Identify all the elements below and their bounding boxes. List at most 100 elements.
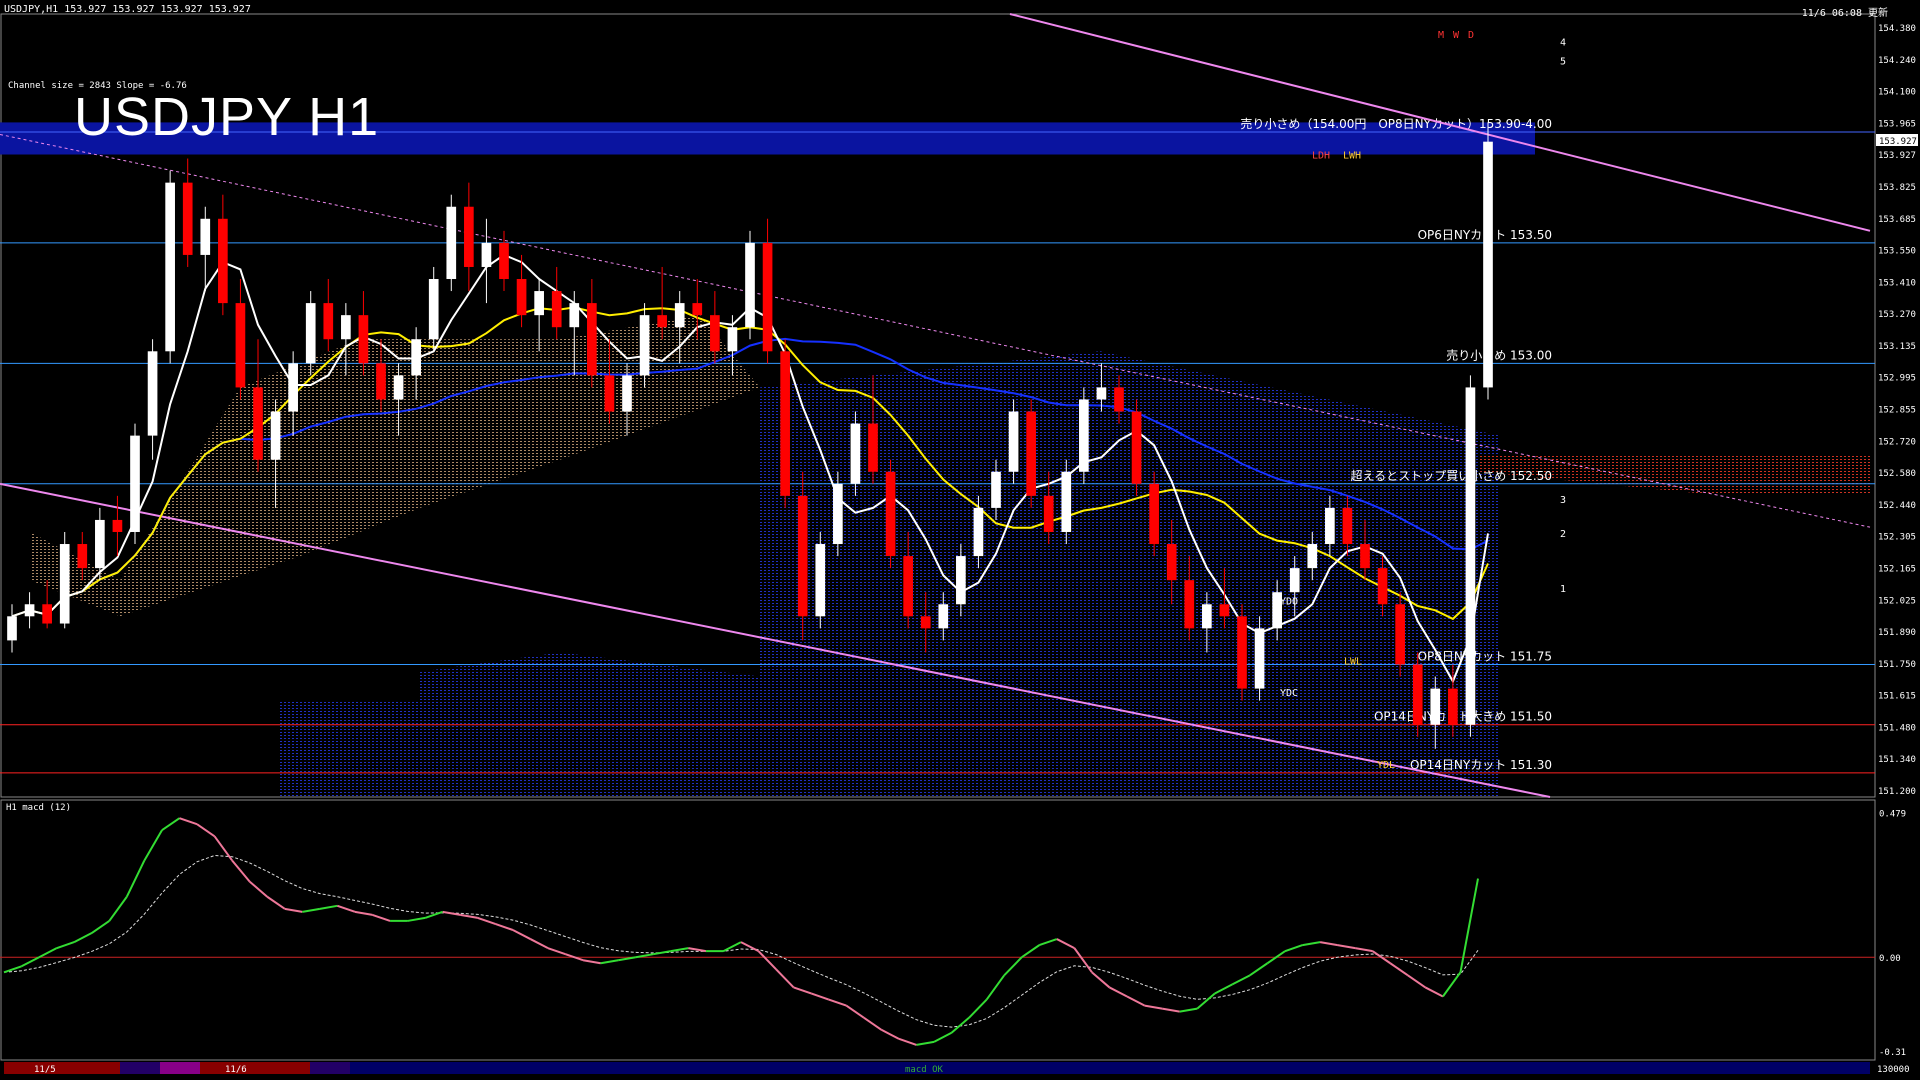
- candle-body: [1061, 471, 1072, 532]
- macd-segment: [161, 817, 181, 832]
- ydl-label: YDL: [1377, 760, 1395, 771]
- macd-segment: [810, 992, 830, 1001]
- macd-segment: [1179, 1007, 1198, 1013]
- macd-segment: [249, 880, 268, 898]
- symbol-info: USDJPY,H1 153.927 153.927 153.927 153.92…: [4, 4, 251, 15]
- candle-body: [235, 303, 246, 388]
- current-price-label: 153.927: [1879, 137, 1917, 147]
- candle-body: [622, 375, 632, 412]
- macd-segment: [985, 974, 1006, 1001]
- candle-body: [1008, 411, 1019, 472]
- candle-body: [1448, 688, 1458, 725]
- candle-body: [7, 616, 17, 641]
- macd-segment: [56, 941, 75, 950]
- price-axis-label: 153.270: [1878, 310, 1916, 320]
- macd-segment: [845, 1004, 865, 1019]
- lwl-label: LWL: [1344, 656, 1362, 667]
- macd-segment: [1126, 995, 1146, 1007]
- macd-segment: [1214, 983, 1233, 995]
- macd-segment: [688, 947, 707, 953]
- ydc-label: YDC: [1280, 688, 1298, 699]
- candle-body: [1202, 604, 1212, 629]
- price-axis-label: 152.305: [1878, 533, 1916, 543]
- candle-body: [692, 303, 703, 316]
- ldh-label: LDH: [1312, 151, 1330, 162]
- macd-segment: [125, 860, 146, 898]
- candle-body: [270, 411, 281, 460]
- macd-segment: [319, 904, 338, 910]
- candle-body: [587, 303, 597, 376]
- macd-segment: [143, 829, 163, 861]
- candle-body: [1254, 628, 1265, 689]
- candle-body: [551, 291, 562, 328]
- candle-body: [358, 315, 369, 364]
- price-axis-label: 152.025: [1878, 596, 1916, 606]
- candle-body: [218, 218, 228, 304]
- candle-body: [1412, 664, 1423, 725]
- level-label: OP8日NYカット 151.75: [1418, 649, 1552, 663]
- candle-body: [428, 279, 439, 340]
- macd-segment: [916, 1040, 935, 1046]
- macd-segment: [231, 859, 251, 883]
- candle-body: [77, 544, 88, 569]
- macd-segment: [213, 835, 233, 862]
- macd-axis-label: -0.31: [1879, 1048, 1906, 1058]
- macd-segment: [933, 1031, 953, 1043]
- candle-body: [130, 435, 140, 532]
- macd-segment: [793, 986, 812, 995]
- macd-segment: [38, 947, 58, 959]
- candle-body: [147, 351, 158, 436]
- level-label: OP14日NYカット大きめ 151.50: [1374, 710, 1552, 724]
- macd-segment: [512, 929, 531, 940]
- macd-segment: [880, 1028, 900, 1040]
- price-axis-label: 151.890: [1878, 628, 1916, 638]
- candle-body: [885, 471, 896, 557]
- center-status-label: macd OK: [905, 1065, 944, 1075]
- macd-segment: [775, 968, 795, 989]
- candle-body: [1483, 141, 1493, 388]
- macd-segment: [1109, 986, 1128, 998]
- macd-segment: [757, 950, 777, 970]
- candle-body: [534, 291, 544, 316]
- macd-segment: [284, 907, 303, 913]
- price-chart[interactable]: 売り小さめ（154.00円 OP8日NYカット）153.90-4.00OP6日N…: [0, 0, 1920, 1080]
- macd-segment: [547, 947, 566, 956]
- candle-body: [112, 519, 123, 532]
- candle-body: [850, 423, 861, 484]
- macd-axis-label: 0.00: [1879, 954, 1901, 964]
- macd-segment: [108, 896, 128, 922]
- candle-body: [1131, 411, 1142, 484]
- candle-body: [938, 604, 949, 629]
- macd-segment: [1231, 974, 1251, 986]
- fib-label: 1: [1560, 584, 1566, 595]
- macd-segment: [407, 916, 426, 922]
- candle-body: [1114, 387, 1124, 412]
- macd-panel-title: H1 macd (12): [6, 803, 72, 813]
- candle-body: [1465, 387, 1476, 725]
- price-axis-label: 152.165: [1878, 564, 1916, 574]
- macd-segment: [1056, 938, 1075, 950]
- macd-segment: [495, 923, 514, 931]
- date-label: 11/6: [225, 1065, 247, 1075]
- macd-segment: [477, 916, 496, 925]
- time-strip-segment: [160, 1062, 200, 1074]
- mwd-label: M: [1438, 30, 1444, 41]
- candle-body: [1377, 568, 1388, 605]
- candle-body: [288, 363, 298, 412]
- price-axis-label: 154.100: [1878, 88, 1916, 98]
- candle-body: [376, 363, 386, 400]
- price-axis-label: 152.995: [1878, 374, 1916, 384]
- macd-segment: [1319, 941, 1338, 947]
- macd-segment: [1249, 962, 1268, 977]
- macd-segment: [1389, 962, 1409, 977]
- candle-body: [639, 315, 650, 376]
- macd-segment: [91, 920, 110, 934]
- candle-body: [868, 423, 878, 472]
- candle-body: [797, 495, 808, 617]
- candle-body: [1043, 495, 1054, 532]
- macd-segment: [582, 959, 601, 965]
- macd-segment: [3, 965, 22, 974]
- macd-segment: [898, 1037, 917, 1046]
- candle-body: [464, 206, 474, 267]
- candle-body: [1079, 399, 1089, 472]
